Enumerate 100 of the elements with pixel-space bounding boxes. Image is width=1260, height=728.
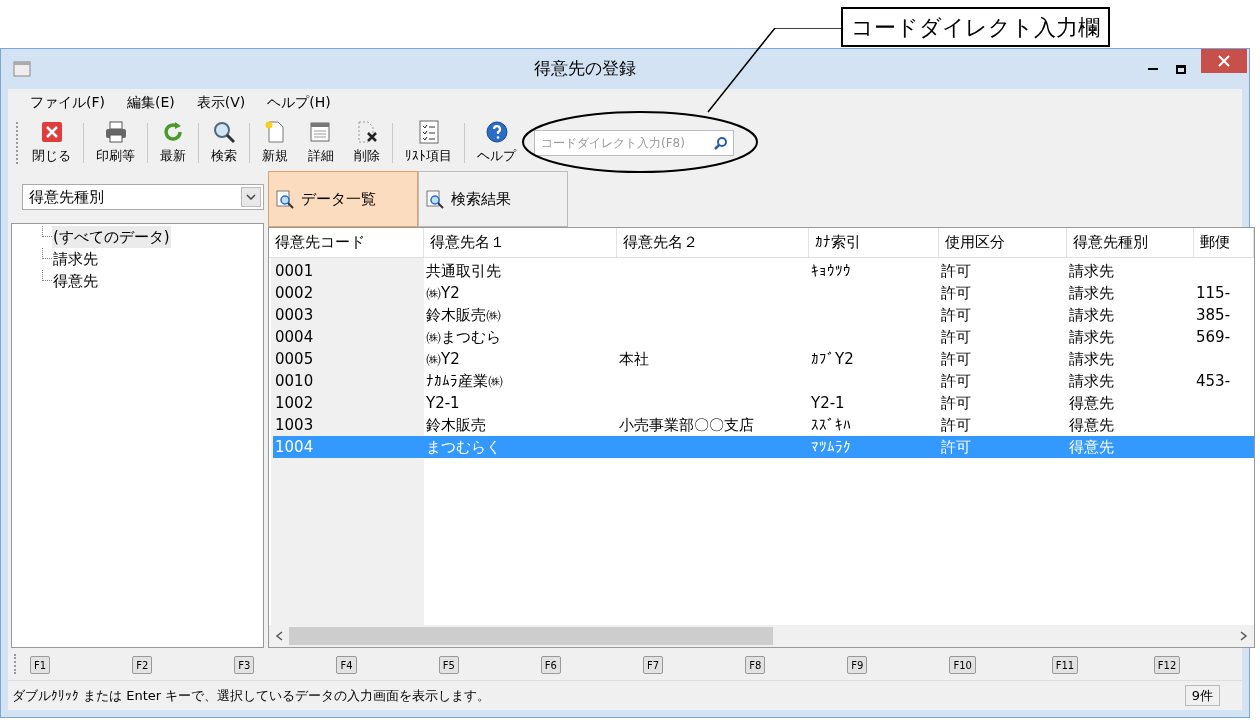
table-cell: 0001 [275, 261, 314, 280]
tab[interactable]: データ一覧 [268, 171, 418, 227]
column-header[interactable]: ｶﾅ索引 [815, 231, 861, 254]
record-count: 9件 [1184, 684, 1220, 707]
function-key[interactable]: F1 [30, 656, 51, 674]
table-cell: 許可 [941, 327, 971, 346]
function-key[interactable]: F11 [1051, 656, 1079, 674]
toolbar-icon [263, 120, 287, 145]
table-cell: ｶﾌﾞY2 [811, 349, 854, 368]
document-magnifier-icon [425, 189, 445, 209]
table-cell: 1002 [275, 393, 314, 412]
table-cell: 1004 [275, 437, 314, 456]
menu-item[interactable]: 編集(E) [127, 91, 175, 113]
table-cell: 許可 [941, 261, 971, 280]
table-cell: ㈱Y2 [426, 283, 460, 302]
table-row[interactable]: 0010 ﾅｶﾑﾗ産業㈱ 許可 請求先 453- [273, 370, 1254, 392]
toolbar-button[interactable]: 詳細 [298, 118, 344, 168]
column-header[interactable]: 郵便 [1200, 231, 1230, 254]
scroll-left-icon[interactable] [275, 631, 283, 641]
dropdown-caret-icon [241, 187, 261, 207]
table-cell: 本社 [619, 349, 649, 368]
table-cell: 0002 [275, 283, 314, 302]
column-header[interactable]: 得意先名２ [623, 231, 698, 254]
window-icon [13, 61, 31, 77]
toolbar-icon [309, 120, 333, 145]
table-row[interactable]: 0003 鈴木販売㈱ 許可 請求先 385- [273, 304, 1254, 326]
toolbar-button[interactable]: 最新 [150, 118, 196, 168]
table-row[interactable]: 1003 鈴木販売 小売事業部〇〇支店 ｽｽﾞｷﾊ 許可 得意先 [273, 414, 1254, 436]
toolbar-button[interactable]: 閉じる [22, 118, 81, 168]
tree-item[interactable]: (すべてのデータ) [52, 225, 171, 249]
toolbar-button[interactable]: 削除 [344, 118, 390, 168]
table-row[interactable]: 0004 ㈱まつむら 許可 請求先 569- [273, 326, 1254, 348]
toolbar-button[interactable]: 新規 [252, 118, 298, 168]
toolbar-button[interactable]: 検索 [201, 118, 247, 168]
table-cell: 請求先 [1069, 349, 1114, 368]
table-cell: 0004 [275, 327, 314, 346]
menu-item[interactable]: 表示(V) [196, 91, 246, 113]
search-icon [714, 136, 728, 150]
function-key[interactable]: F8 [745, 656, 766, 674]
table-cell: 許可 [941, 371, 971, 390]
close-icon [1218, 55, 1230, 67]
table-row[interactable]: 0005 ㈱Y2 本社 ｶﾌﾞY2 許可 請求先 [273, 348, 1254, 370]
column-header[interactable]: 得意先名１ [430, 231, 505, 254]
tree-item[interactable]: 請求先 [52, 247, 99, 271]
function-key[interactable]: F7 [643, 656, 664, 674]
function-key[interactable]: F5 [438, 656, 459, 674]
column-header[interactable]: 使用区分 [945, 231, 1005, 254]
menu-item[interactable]: ヘルプ(H) [267, 91, 331, 113]
table-cell: 許可 [941, 415, 971, 434]
scrollbar-thumb[interactable] [289, 627, 773, 645]
table-cell: 請求先 [1069, 327, 1114, 346]
search-field[interactable]: コードダイレクト入力(F8) [534, 130, 734, 156]
toolbar-button[interactable]: ヘルプ [467, 118, 526, 168]
table-cell: ㈱まつむら [426, 327, 501, 346]
table-cell: 0010 [275, 371, 314, 390]
column-header[interactable]: 得意先種別 [1073, 231, 1148, 254]
table-cell: 許可 [941, 437, 971, 456]
toolbar-button[interactable]: 印刷等 [86, 118, 145, 168]
function-key[interactable]: F2 [132, 656, 153, 674]
close-button[interactable] [1201, 49, 1247, 73]
table-cell: 請求先 [1069, 261, 1114, 280]
table-cell: 1003 [275, 415, 314, 434]
function-key[interactable]: F12 [1153, 656, 1181, 674]
table-cell: まつむらく [426, 437, 501, 456]
table-cell: 453- [1196, 371, 1231, 390]
table-cell: 0005 [275, 349, 314, 368]
table-cell: 0003 [275, 305, 314, 324]
table-cell: 許可 [941, 283, 971, 302]
table-cell: Y2-1 [426, 393, 460, 412]
table-cell: 請求先 [1069, 283, 1114, 302]
table-cell: ㈱Y2 [426, 349, 460, 368]
table-cell: 得意先 [1069, 415, 1114, 434]
document-magnifier-icon [275, 189, 295, 209]
scroll-right-icon[interactable] [1240, 631, 1248, 641]
function-key[interactable]: F10 [949, 656, 976, 674]
toolbar-icon [103, 120, 128, 145]
function-key[interactable]: F3 [234, 656, 255, 674]
function-key[interactable]: F4 [336, 656, 357, 674]
table-row[interactable]: 1002 Y2-1 Y2-1 許可 得意先 [273, 392, 1254, 414]
table-cell: 許可 [941, 393, 971, 412]
menu-item[interactable]: ファイル(F) [30, 91, 105, 113]
column-header[interactable]: 得意先コード [275, 231, 365, 254]
table-cell: 小売事業部〇〇支店 [619, 415, 754, 434]
table-cell: 385- [1196, 305, 1231, 324]
table-cell: Y2-1 [811, 393, 845, 412]
table-cell: 得意先 [1069, 393, 1114, 412]
tab[interactable]: 検索結果 [418, 171, 568, 227]
function-key[interactable]: F9 [847, 656, 868, 674]
table-row[interactable]: 0001 共通取引先 ｷｮｳﾂｳ 許可 請求先 [273, 260, 1254, 282]
toolbar-icon [416, 120, 441, 145]
function-key[interactable]: F6 [540, 656, 561, 674]
toolbar-icon [39, 120, 64, 145]
table-cell: 請求先 [1069, 371, 1114, 390]
table-row[interactable]: 0002 ㈱Y2 許可 請求先 115- [273, 282, 1254, 304]
horizontal-scrollbar[interactable] [269, 625, 1254, 647]
category-dropdown[interactable]: 得意先種別 [22, 184, 264, 210]
tree-item[interactable]: 得意先 [52, 269, 99, 293]
toolbar-button[interactable]: ﾘｽﾄ項目 [395, 118, 462, 168]
status-message: ダブルｸﾘｯｸ または Enter キーで、選択しているデータの入力画面を表示します。 [12, 686, 492, 705]
table-cell: 鈴木販売㈱ [426, 305, 501, 324]
